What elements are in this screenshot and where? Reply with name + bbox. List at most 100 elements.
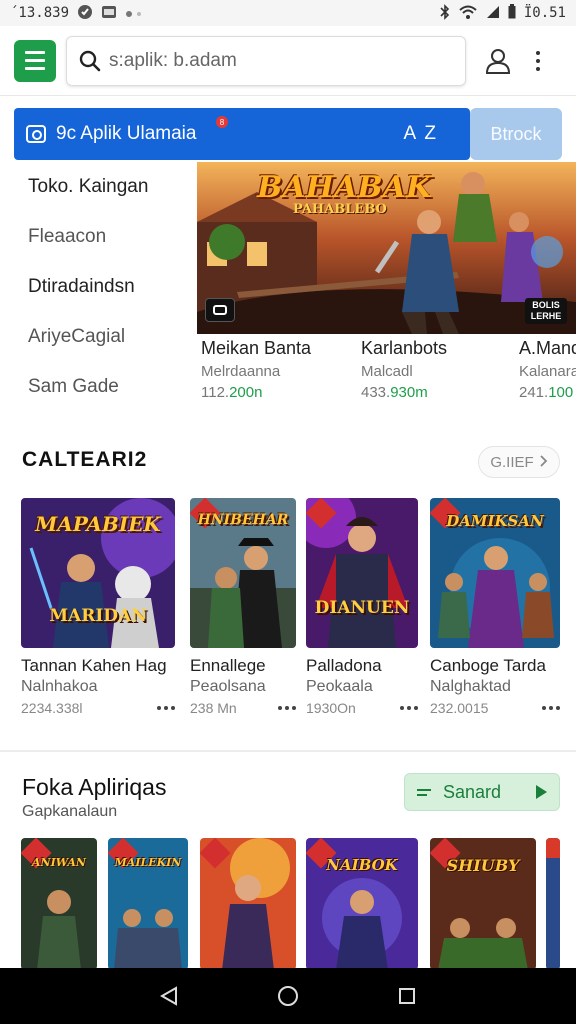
banner-action-button[interactable]: Btrock xyxy=(470,108,562,160)
game-tile-logo: MAILEKIN xyxy=(114,856,182,869)
person-icon xyxy=(485,48,511,74)
game-tile[interactable] xyxy=(200,838,296,970)
sort-az-button[interactable]: A Z xyxy=(403,123,438,145)
game-tile[interactable]: NAIBOK xyxy=(306,838,418,970)
category-side-menu: Toko. Kaingan Fleaacon Dtiradaindsn Ariy… xyxy=(0,162,196,422)
game-card[interactable]: DAMIKSAN Canboge Tarda Nalghaktad 232.00… xyxy=(430,498,560,716)
game-card[interactable]: DIANUEN Palladona Peokaala 1930On xyxy=(306,498,418,716)
side-menu-item[interactable]: Fleaacon xyxy=(0,212,196,262)
game-tile[interactable] xyxy=(546,838,560,970)
game-card-subtitle: Peokaala xyxy=(306,678,373,695)
hero-captions: Meikan Banta Melrdaanna 112.200n Karlanb… xyxy=(197,338,576,412)
hero-play-icon[interactable] xyxy=(205,298,235,322)
game-card-title: Palladona xyxy=(306,656,382,675)
section-action-button[interactable]: Sanard xyxy=(404,773,560,811)
status-bar: ´13.839 Ï0.51 xyxy=(0,0,576,26)
top-app-bar xyxy=(0,26,576,96)
game-tile-logo: NAIBOK xyxy=(326,856,398,874)
banner-bar[interactable]: 9c Aplik Ulamaia A Z xyxy=(14,108,470,160)
more-horiz-icon[interactable] xyxy=(278,706,296,710)
chevron-right-icon xyxy=(540,454,548,471)
more-vert-icon[interactable] xyxy=(528,45,548,77)
more-horiz-icon[interactable] xyxy=(400,706,418,710)
hero-carousel[interactable]: BAHABAK PAHABLEBO BOLIS LERHE xyxy=(197,162,576,334)
more-horiz-icon[interactable] xyxy=(157,706,175,710)
see-more-button[interactable]: G.IIEF xyxy=(478,446,560,478)
home-circle-icon[interactable] xyxy=(268,976,308,1016)
game-card-title: Tannan Kahen Hag xyxy=(21,656,167,675)
hero-caption-meta: 241.100 xyxy=(519,384,574,401)
side-menu-item[interactable]: Dtiradaindsn xyxy=(0,262,196,312)
game-card[interactable]: MAPABIEK MARIDAN Tannan Kahen Hag Nalnha… xyxy=(21,498,175,716)
hero-caption-subtitle: Malcadl xyxy=(361,363,413,380)
banner-title: 9c Aplik Ulamaia xyxy=(56,123,197,144)
hero-caption[interactable]: Karlanbots Malcadl 433.930m xyxy=(361,338,447,401)
hero-caption-title: A.Mand xyxy=(519,338,576,358)
game-tile[interactable]: MAILEKIN xyxy=(108,838,188,970)
hero-caption-meta: 112.200n xyxy=(201,384,263,401)
hero-caption[interactable]: Meikan Banta Melrdaanna 112.200n xyxy=(201,338,311,401)
hero-caption-subtitle: Melrdaanna xyxy=(201,363,281,380)
hero-rating-badge: BOLIS LERHE xyxy=(525,298,567,324)
section-subtitle: Gapkanalaun xyxy=(22,803,118,820)
status-time: ´13.839 xyxy=(10,5,70,21)
game-card-art: HNIBEHAR xyxy=(190,498,296,648)
hero-caption-title: Karlanbots xyxy=(361,338,448,358)
hamburger-icon xyxy=(25,51,45,54)
camera-icon xyxy=(26,125,46,143)
game-card-logo: MAPABIEK xyxy=(35,512,161,536)
game-card-art: DAMIKSAN xyxy=(430,498,560,648)
bluetooth-icon xyxy=(440,3,450,23)
game-card-logo: HNIBEHAR xyxy=(197,512,289,528)
search-input[interactable] xyxy=(109,49,439,72)
side-menu-item[interactable]: Toko. Kaingan xyxy=(0,162,196,212)
search-bar[interactable] xyxy=(66,35,466,86)
section-divider xyxy=(0,750,576,752)
hero-caption-meta: 433.930m xyxy=(361,384,428,401)
game-card-logo: DAMIKSAN xyxy=(446,512,544,530)
back-triangle-icon[interactable] xyxy=(149,976,189,1016)
banner-notification-badge: 8 xyxy=(216,116,228,128)
game-card-logo-sub: DIANUEN xyxy=(314,598,410,618)
side-menu-item[interactable]: AriyeCagial xyxy=(0,312,196,362)
game-card-art: MAPABIEK MARIDAN xyxy=(21,498,175,648)
more-horiz-icon[interactable] xyxy=(542,706,560,710)
game-tile-logo: ANIWAN xyxy=(32,856,86,869)
game-tile[interactable]: SHIUBY xyxy=(430,838,536,970)
hamburger-menu-button[interactable] xyxy=(14,39,56,82)
game-card-subtitle: Nalghaktad xyxy=(430,678,511,695)
wifi-icon xyxy=(458,5,478,22)
game-card-subtitle: Nalnhakoa xyxy=(21,678,98,695)
game-tile[interactable]: ANIWAN xyxy=(21,838,97,970)
status-clock: Ï0.51 xyxy=(523,5,566,21)
game-card-title: Ennallege xyxy=(190,656,266,675)
game-card-art: DIANUEN xyxy=(306,498,418,648)
game-card-logo-sub: MARIDAN xyxy=(49,606,147,626)
shield-icon xyxy=(77,4,93,23)
filter-icon xyxy=(417,788,431,796)
battery-icon xyxy=(508,4,516,22)
side-menu-item[interactable]: Sam Gade xyxy=(0,362,196,412)
game-card-subtitle: Peaolsana xyxy=(190,678,266,695)
hero-game-logo: BAHABAK xyxy=(257,170,432,205)
hero-caption[interactable]: A.Mand Kalanara 241.100 xyxy=(519,338,576,401)
section-title: CALTEARI2 xyxy=(22,448,148,471)
status-right: Ï0.51 xyxy=(440,3,566,23)
signal-icon xyxy=(486,5,500,22)
play-icon xyxy=(536,785,547,799)
system-nav-bar xyxy=(0,968,576,1024)
game-card[interactable]: HNIBEHAR Ennallege Peaolsana 238 Mn xyxy=(190,498,296,716)
game-card-meta: 232.0015 xyxy=(430,700,489,716)
gallery-icon xyxy=(101,5,117,22)
game-card-meta: 238 Mn xyxy=(190,700,237,716)
game-card-meta: 1930On xyxy=(306,700,356,716)
section-title: Foka Apliriqas xyxy=(22,774,167,800)
game-card-meta: 2234.338l xyxy=(21,700,83,716)
hero-game-subtitle: PAHABLEBO xyxy=(293,202,387,217)
account-button[interactable] xyxy=(482,45,514,77)
recents-square-icon[interactable] xyxy=(387,976,427,1016)
game-tile-logo: SHIUBY xyxy=(446,856,520,875)
hero-caption-title: Meikan Banta xyxy=(201,338,312,358)
hero-caption-subtitle: Kalanara xyxy=(519,363,576,380)
notification-dot-icon xyxy=(125,6,147,21)
